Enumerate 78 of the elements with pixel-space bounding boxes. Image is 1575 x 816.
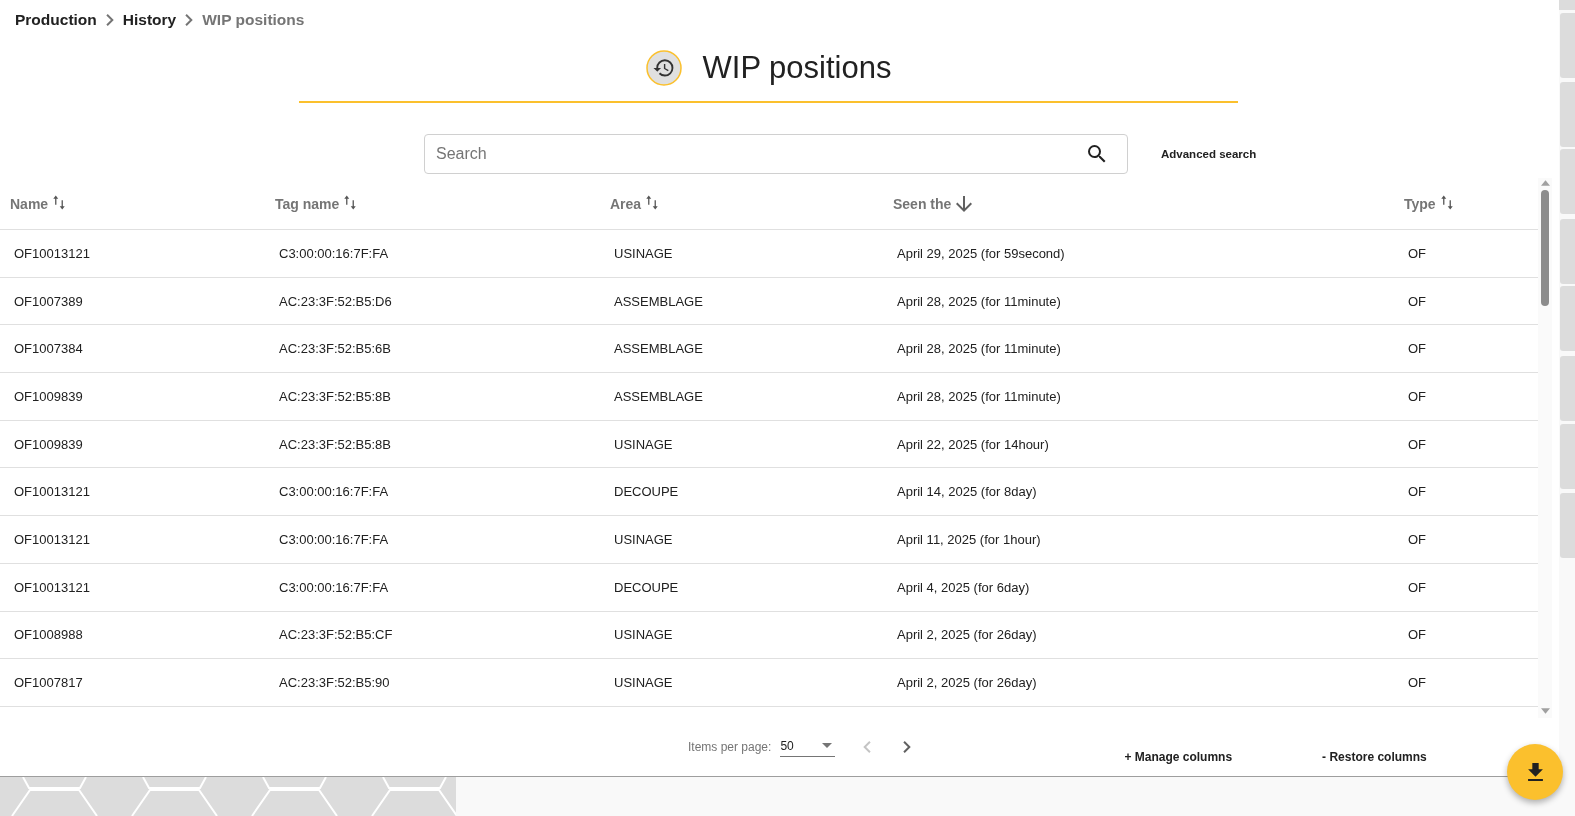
table-cell: USINAGE	[614, 436, 673, 452]
table-cell: OF10013121	[14, 484, 90, 500]
table-cell: DECOUPE	[614, 484, 679, 500]
table-cell: OF10013121	[14, 531, 90, 547]
page-title: WIP positions	[702, 50, 892, 86]
table-cell: DECOUPE	[614, 579, 679, 595]
search-icon[interactable]	[1088, 145, 1106, 163]
scroll-down-icon[interactable]	[1540, 708, 1550, 714]
table-cell: ASSEMBLAGE	[614, 341, 703, 357]
table-cell: April 2, 2025 (for 26day)	[897, 675, 1037, 691]
table-cell: USINAGE	[614, 531, 673, 547]
download-icon	[1527, 763, 1543, 781]
table-cell: April 14, 2025 (for 8day)	[897, 484, 1037, 500]
table-cell: C3:00:00:16:7F:FA	[279, 579, 389, 595]
table-cell: C3:00:00:16:7F:FA	[279, 484, 389, 500]
scroll-up-icon[interactable]	[1540, 180, 1550, 186]
table-cell: C3:00:00:16:7F:FA	[279, 245, 389, 261]
column-header[interactable]: Name	[10, 195, 66, 212]
table-cell: OF1009839	[14, 436, 83, 452]
table-cell: C3:00:00:16:7F:FA	[279, 531, 389, 547]
column-header[interactable]: Type	[1404, 195, 1453, 212]
download-button[interactable]	[1507, 744, 1563, 800]
chevron-right-icon	[903, 741, 912, 753]
table-cell: April 11, 2025 (for 1hour)	[897, 531, 1041, 547]
column-header[interactable]: Seen the	[893, 195, 973, 212]
table-cell: OF	[1408, 675, 1427, 691]
chevron-right-icon	[185, 14, 194, 26]
table-cell: AC:23:3F:52:B5:CF	[279, 627, 393, 643]
table-cell: OF	[1408, 531, 1427, 547]
table-cell: April 28, 2025 (for 11minute)	[897, 293, 1061, 309]
chevron-right-icon	[105, 14, 114, 26]
table-cell: April 2, 2025 (for 26day)	[897, 627, 1037, 643]
page-size-select[interactable]: 50	[780, 737, 836, 757]
table-cell: ASSEMBLAGE	[614, 293, 703, 309]
table-cell: AC:23:3F:52:B5:D6	[279, 293, 392, 309]
table-cell: OF	[1408, 484, 1427, 500]
table-cell: OF10013121	[14, 245, 90, 261]
table-cell: OF1009839	[14, 388, 83, 404]
table-cell: April 4, 2025 (for 6day)	[897, 579, 1030, 595]
table-cell: April 22, 2025 (for 14hour)	[897, 436, 1049, 452]
table-cell: USINAGE	[614, 627, 673, 643]
table-cell: OF1008988	[14, 627, 83, 643]
items-per-page-label: Items per page:	[688, 740, 772, 754]
table-cell: AC:23:3F:52:B5:6B	[279, 341, 391, 357]
table-cell: ASSEMBLAGE	[614, 388, 703, 404]
table-cell: April 28, 2025 (for 11minute)	[897, 341, 1061, 357]
chevron-left-icon	[863, 741, 872, 753]
table-cell: AC:23:3F:52:B5:90	[279, 675, 390, 691]
column-action-button[interactable]: + Manage columns	[1124, 750, 1233, 764]
table-cell: OF1007389	[14, 293, 83, 309]
scrollbar-thumb[interactable]	[1541, 190, 1549, 306]
table-cell: AC:23:3F:52:B5:8B	[279, 388, 391, 404]
table-cell: OF	[1408, 341, 1427, 357]
column-action-button[interactable]: - Restore columns	[1322, 750, 1427, 764]
table-cell: OF	[1408, 293, 1427, 309]
table-cell: OF	[1408, 245, 1427, 261]
table-cell: April 29, 2025 (for 59second)	[897, 245, 1065, 261]
column-header[interactable]: Tag name	[275, 195, 357, 212]
column-header[interactable]: Area	[610, 195, 659, 212]
caret-icon	[822, 743, 833, 748]
table-cell: OF	[1408, 627, 1427, 643]
table-cell: USINAGE	[614, 245, 673, 261]
search-field[interactable]: Search	[424, 134, 1128, 174]
table-cell: OF10013121	[14, 579, 90, 595]
table-cell: April 28, 2025 (for 11minute)	[897, 388, 1061, 404]
breadcrumb-item[interactable]: History	[122, 11, 177, 29]
table-cell: OF	[1408, 579, 1427, 595]
table-cell: OF	[1408, 388, 1427, 404]
table-cell: AC:23:3F:52:B5:8B	[279, 436, 391, 452]
breadcrumb-item[interactable]: Production	[15, 11, 97, 29]
scrollbar[interactable]	[1538, 178, 1552, 718]
table-cell: OF	[1408, 436, 1427, 452]
table-cell: OF1007384	[14, 341, 83, 357]
table-cell: OF1007817	[14, 675, 83, 691]
breadcrumb-item: WIP positions	[202, 11, 305, 29]
table-cell: USINAGE	[614, 675, 673, 691]
history-icon	[645, 50, 682, 86]
advanced-search-link[interactable]: Advanced search	[1161, 148, 1257, 160]
